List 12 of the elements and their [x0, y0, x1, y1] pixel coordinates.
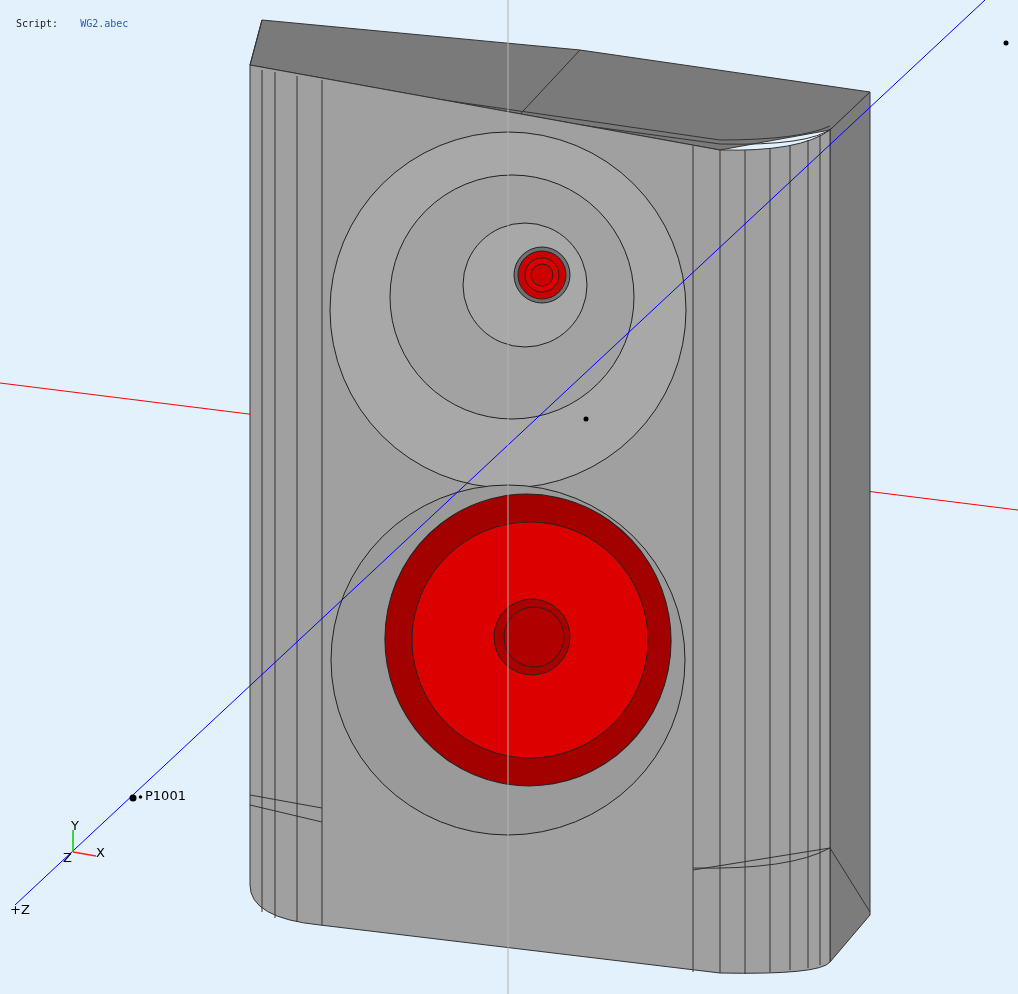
- axis-label: +Z: [10, 902, 30, 917]
- gizmo-z-label: Z: [63, 850, 72, 865]
- gizmo-y-label: Y: [71, 818, 79, 833]
- script-label: Script:: [16, 18, 59, 29]
- point-marker: [1003, 40, 1009, 46]
- point-marker: [583, 416, 589, 422]
- observation-point-label: P1001: [145, 788, 186, 803]
- gizmo-x-label: X: [96, 845, 105, 860]
- observation-point-marker: [129, 794, 137, 802]
- axes-gizmo-icon: [72, 829, 97, 857]
- script-file-name: WG2.abec: [80, 18, 129, 29]
- point-marker: [138, 795, 143, 799]
